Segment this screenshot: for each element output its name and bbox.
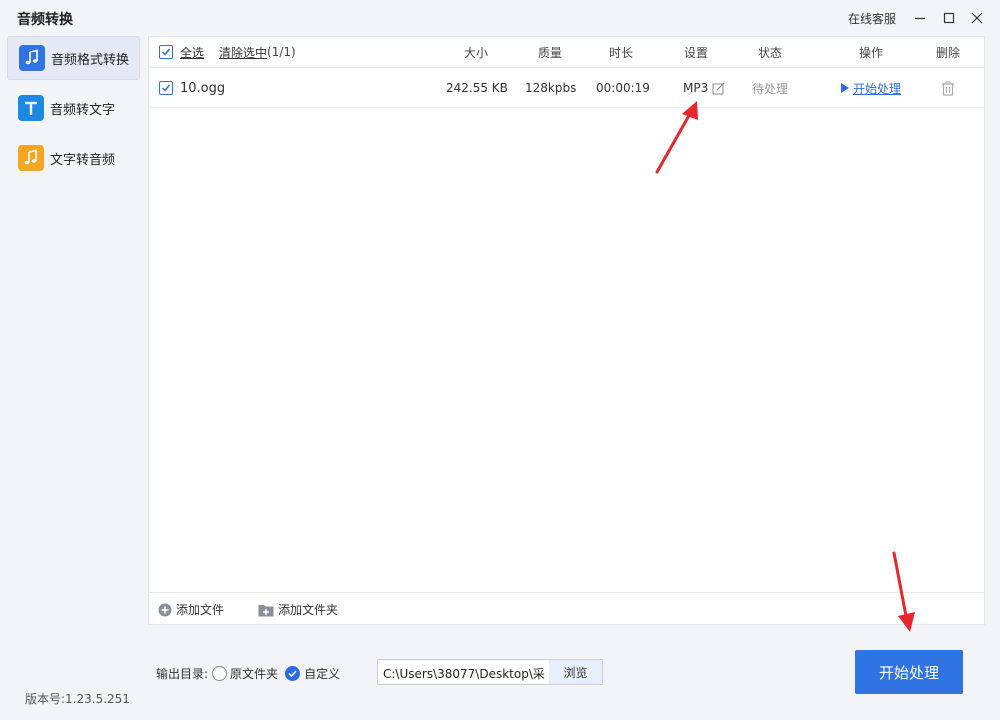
selection-count: (1/1) bbox=[267, 45, 296, 59]
column-header-size: 大小 bbox=[464, 45, 489, 60]
sidebar-item-audio-to-text[interactable]: 音频转文字 bbox=[7, 86, 140, 130]
maximize-icon[interactable] bbox=[937, 6, 961, 30]
row-start-process[interactable]: 开始处理 bbox=[841, 69, 901, 107]
radio-button bbox=[285, 666, 301, 681]
sidebar-item-audio-format-convert[interactable]: 音频格式转换 bbox=[7, 36, 140, 80]
sidebar-item-label: 文字转音频 bbox=[50, 152, 116, 168]
music-note-icon bbox=[19, 45, 45, 71]
sidebar-item-label: 音频格式转换 bbox=[51, 52, 130, 68]
status-label: 待处理 bbox=[752, 81, 789, 96]
file-duration: 00:00:19 bbox=[596, 81, 650, 95]
row-checkbox[interactable] bbox=[159, 69, 173, 107]
column-header-settings: 设置 bbox=[684, 45, 709, 60]
column-header-status: 状态 bbox=[758, 45, 783, 60]
radio-original-folder[interactable]: 原文件夹 bbox=[212, 665, 278, 682]
table-header: 全选 清除选中 (1/1) 大小 质量 时长 设置 状态 操作 删除 bbox=[149, 37, 984, 68]
folder-plus-icon bbox=[258, 604, 274, 616]
output-directory-label: 输出目录: bbox=[156, 667, 209, 681]
play-icon bbox=[841, 83, 849, 93]
table-row: 10.ogg 242.55 KB 128kpbs 00:00:19 MP3 待处… bbox=[149, 69, 984, 108]
column-header-duration: 时长 bbox=[609, 45, 634, 60]
edit-icon[interactable] bbox=[712, 82, 725, 95]
version-label: 版本号:1.23.5.251 bbox=[25, 692, 130, 706]
add-folder-button[interactable]: 添加文件夹 bbox=[258, 601, 338, 618]
start-process-button[interactable]: 开始处理 bbox=[855, 650, 963, 694]
start-process-link[interactable]: 开始处理 bbox=[853, 80, 901, 97]
radio-custom-label: 自定义 bbox=[304, 667, 341, 681]
file-quality: 128kpbs bbox=[525, 81, 577, 95]
output-path-field[interactable]: C:\Users\38077\Desktop\采 浏览 bbox=[377, 659, 603, 685]
select-all-link[interactable]: 全选 bbox=[180, 44, 204, 61]
add-folder-label: 添加文件夹 bbox=[278, 603, 339, 617]
output-format-setting[interactable]: MP3 bbox=[683, 69, 725, 107]
close-icon[interactable] bbox=[965, 6, 989, 30]
column-header-quality: 质量 bbox=[538, 45, 563, 60]
file-size: 242.55 KB bbox=[446, 81, 508, 95]
music-note-icon bbox=[18, 145, 44, 171]
trash-icon[interactable] bbox=[941, 69, 955, 107]
column-header-action: 操作 bbox=[859, 45, 884, 60]
column-header-delete: 删除 bbox=[936, 45, 961, 60]
sidebar-item-label: 音频转文字 bbox=[50, 102, 116, 118]
sidebar-item-text-to-audio[interactable]: 文字转音频 bbox=[7, 136, 140, 180]
output-format: MP3 bbox=[683, 81, 709, 95]
online-support-link[interactable]: 在线客服 bbox=[848, 10, 896, 27]
output-directory-row: 输出目录: 原文件夹 自定义 bbox=[156, 665, 340, 682]
radio-button bbox=[212, 666, 228, 681]
minimize-icon[interactable] bbox=[908, 6, 932, 30]
file-name: 10.ogg bbox=[180, 80, 226, 96]
sidebar: 音频格式转换 音频转文字 文字转音频 版本号:1.23.5.251 bbox=[0, 36, 148, 720]
select-all-checkbox[interactable] bbox=[159, 37, 173, 67]
title-bar: 音频转换 在线客服 bbox=[0, 0, 1000, 36]
app-title: 音频转换 bbox=[17, 12, 73, 28]
output-path-value: C:\Users\38077\Desktop\采 bbox=[383, 667, 545, 681]
clear-selection-link[interactable]: 清除选中 bbox=[219, 44, 267, 61]
plus-circle-icon bbox=[158, 603, 172, 616]
radio-custom-folder[interactable]: 自定义 bbox=[285, 665, 340, 682]
add-file-button[interactable]: 添加文件 bbox=[158, 601, 224, 618]
file-list-panel: 全选 清除选中 (1/1) 大小 质量 时长 设置 状态 操作 删除 10.ogg… bbox=[148, 36, 985, 625]
panel-footer: 添加文件 添加文件夹 bbox=[149, 592, 984, 624]
text-t-icon bbox=[18, 95, 44, 121]
radio-original-label: 原文件夹 bbox=[230, 667, 279, 681]
browse-button[interactable]: 浏览 bbox=[549, 660, 602, 684]
add-file-label: 添加文件 bbox=[176, 603, 225, 617]
